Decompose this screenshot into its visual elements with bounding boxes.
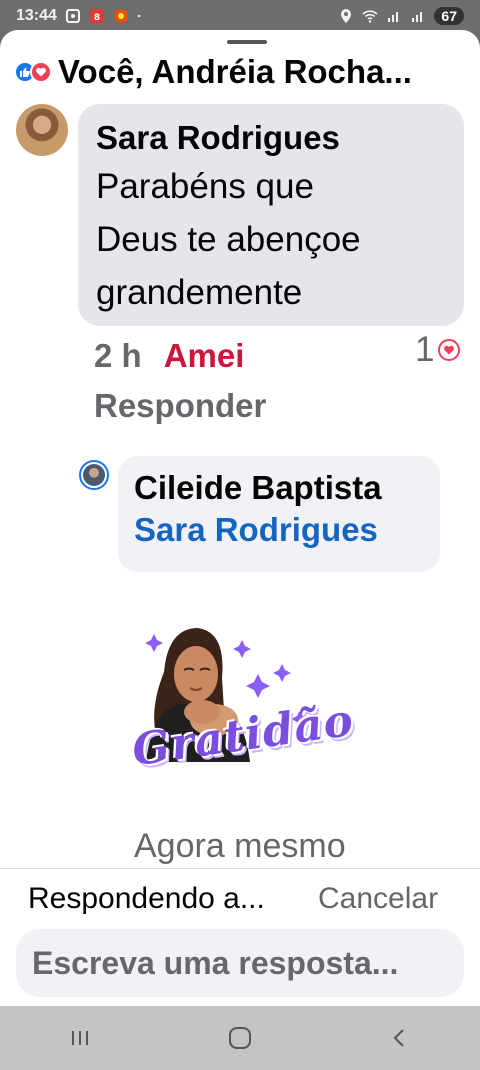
comment-author[interactable]: Cileide Baptista xyxy=(134,468,424,508)
svg-text:8: 8 xyxy=(94,13,100,23)
reaction-count[interactable]: 1 xyxy=(415,330,461,370)
avatar[interactable] xyxy=(16,104,68,156)
signal-icon-2 xyxy=(412,12,423,22)
reaction-count-number: 1 xyxy=(415,330,435,369)
comment-text-line: Deus te abençoe xyxy=(96,220,361,259)
avatar[interactable] xyxy=(79,460,109,490)
home-icon[interactable] xyxy=(220,1018,260,1058)
comment-bubble[interactable]: Sara Rodrigues Parabéns que Deus te aben… xyxy=(78,104,464,326)
love-icon xyxy=(30,61,52,83)
status-right: 67 xyxy=(338,7,464,25)
navigation-bar xyxy=(0,1006,480,1070)
reply-input[interactable] xyxy=(16,929,464,997)
screenshot-icon xyxy=(65,9,80,23)
comment-meta: 2 h Amei xyxy=(94,336,244,376)
status-left: 13:44 8 xyxy=(16,7,145,25)
app-icon: 8 xyxy=(89,9,104,23)
reaction-icons[interactable] xyxy=(14,61,52,83)
battery-icon: 67 xyxy=(434,7,464,25)
comment-author[interactable]: Sara Rodrigues xyxy=(96,118,446,158)
comment-text-line: grandemente xyxy=(96,273,303,312)
comments-sheet: Você, Andréia Rocha... Sara Rodrigues Pa… xyxy=(0,30,480,1006)
status-bar: 13:44 8 67 xyxy=(0,0,480,32)
sheet-header: Você, Andréia Rocha... xyxy=(14,52,470,92)
dot-icon xyxy=(137,14,141,18)
replying-to-label: Respondendo a... xyxy=(28,882,265,915)
comment-text: Parabéns que Deus te abençoe grandemente xyxy=(96,160,446,319)
drag-handle[interactable] xyxy=(227,40,267,44)
wifi-icon xyxy=(362,10,378,23)
reply-bar: Respondendo a... Cancelar xyxy=(0,868,480,1006)
recents-icon[interactable] xyxy=(60,1018,100,1058)
love-reaction-button[interactable]: Amei xyxy=(164,336,245,376)
comment-text-line: Parabéns que xyxy=(96,167,314,206)
mention-tag[interactable]: Sara Rodrigues xyxy=(134,508,424,552)
cancel-button[interactable]: Cancelar xyxy=(318,881,438,917)
gratidao-sticker[interactable]: Gratidão xyxy=(118,592,368,828)
comment-bubble[interactable]: Cileide Baptista Sara Rodrigues xyxy=(118,456,440,572)
location-icon xyxy=(341,9,352,23)
reply-button[interactable]: Responder xyxy=(94,386,266,426)
back-icon[interactable] xyxy=(380,1018,420,1058)
app-icon-2 xyxy=(113,9,128,23)
comment-time: Agora mesmo xyxy=(134,827,346,865)
signal-icon xyxy=(388,12,399,22)
comment-time: 2 h xyxy=(94,337,142,374)
love-icon xyxy=(438,339,461,361)
status-time: 13:44 xyxy=(16,7,57,24)
page-title: Você, Andréia Rocha... xyxy=(58,53,412,90)
